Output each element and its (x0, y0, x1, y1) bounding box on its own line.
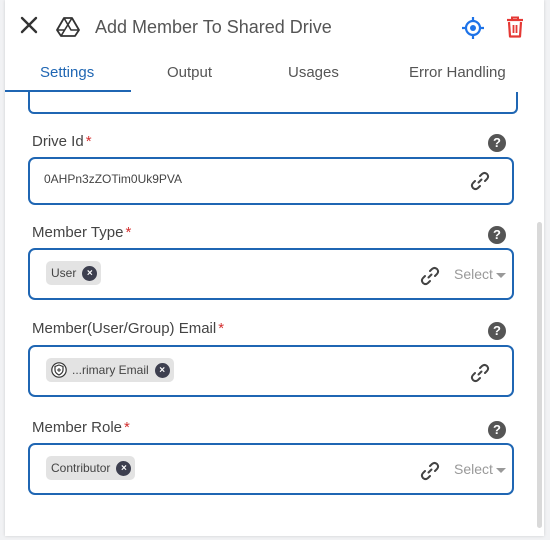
select-placeholder: Select (454, 266, 493, 282)
previous-field-input[interactable] (28, 92, 518, 114)
tab-usages[interactable]: Usages (288, 64, 339, 81)
tab-output[interactable]: Output (167, 64, 212, 81)
drive-id-value: 0AHPn3zZOTim0Uk9PVA (44, 172, 183, 186)
link-icon[interactable] (470, 363, 490, 383)
settings-form: Drive Id * ? 0AHPn3zZOTim0Uk9PVA Member T… (5, 92, 544, 536)
chip-remove-icon[interactable]: × (154, 362, 170, 378)
member-email-label-text: Member(User/Group) Email (32, 320, 217, 337)
tab-settings[interactable]: Settings (40, 64, 94, 81)
trash-icon[interactable] (505, 16, 525, 38)
link-icon[interactable] (420, 461, 440, 481)
chip-remove-icon[interactable]: × (82, 265, 98, 281)
member-email-chip: ...rimary Email × (46, 358, 174, 382)
chevron-down-icon (495, 272, 506, 278)
chevron-down-icon (495, 467, 506, 473)
member-role-chip-label: Contributor (51, 461, 111, 475)
drive-id-label-text: Drive Id (32, 133, 84, 150)
select-placeholder: Select (454, 461, 493, 477)
member-type-label: Member Type * (32, 224, 131, 241)
help-icon[interactable]: ? (488, 134, 506, 152)
member-role-chip: Contributor × (46, 456, 136, 480)
member-role-select[interactable]: Contributor × Select (28, 443, 514, 495)
link-icon[interactable] (470, 171, 490, 191)
required-marker: * (124, 419, 130, 436)
member-role-label-text: Member Role (32, 419, 123, 436)
required-marker: * (218, 320, 225, 337)
google-drive-icon (56, 17, 80, 37)
member-settings-panel: Add Member To Shared Drive Settings Outp… (5, 0, 544, 536)
help-icon[interactable]: ? (488, 421, 506, 439)
member-type-chip: User × (46, 261, 102, 285)
close-icon[interactable] (18, 14, 40, 36)
tab-error-handling[interactable]: Error Handling (409, 64, 506, 81)
member-role-dropdown[interactable]: Select (454, 461, 506, 477)
member-email-label: Member(User/Group) Email * (32, 320, 224, 337)
member-type-chip-label: User (51, 266, 77, 280)
member-type-dropdown[interactable]: Select (454, 266, 506, 282)
drive-id-input[interactable]: 0AHPn3zZOTim0Uk9PVA (28, 157, 514, 205)
tab-bar: Settings Output Usages Error Handling (5, 54, 544, 92)
shield-icon (51, 362, 67, 378)
link-icon[interactable] (420, 266, 440, 286)
panel-title: Add Member To Shared Drive (95, 17, 332, 37)
member-email-input[interactable]: ...rimary Email × (28, 345, 514, 397)
chip-remove-icon[interactable]: × (116, 460, 132, 476)
help-icon[interactable]: ? (488, 226, 506, 244)
panel-header: Add Member To Shared Drive (5, 0, 544, 55)
crosshair-icon[interactable] (462, 17, 484, 39)
required-marker: * (85, 133, 92, 150)
member-role-label: Member Role * (32, 419, 130, 436)
member-type-label-text: Member Type (32, 224, 124, 241)
scrollbar-thumb[interactable] (537, 222, 542, 528)
member-type-select[interactable]: User × Select (28, 248, 514, 300)
drive-id-label: Drive Id * (32, 133, 92, 150)
help-icon[interactable]: ? (488, 322, 506, 340)
required-marker: * (125, 224, 132, 241)
member-email-chip-label: ...rimary Email (72, 363, 149, 377)
